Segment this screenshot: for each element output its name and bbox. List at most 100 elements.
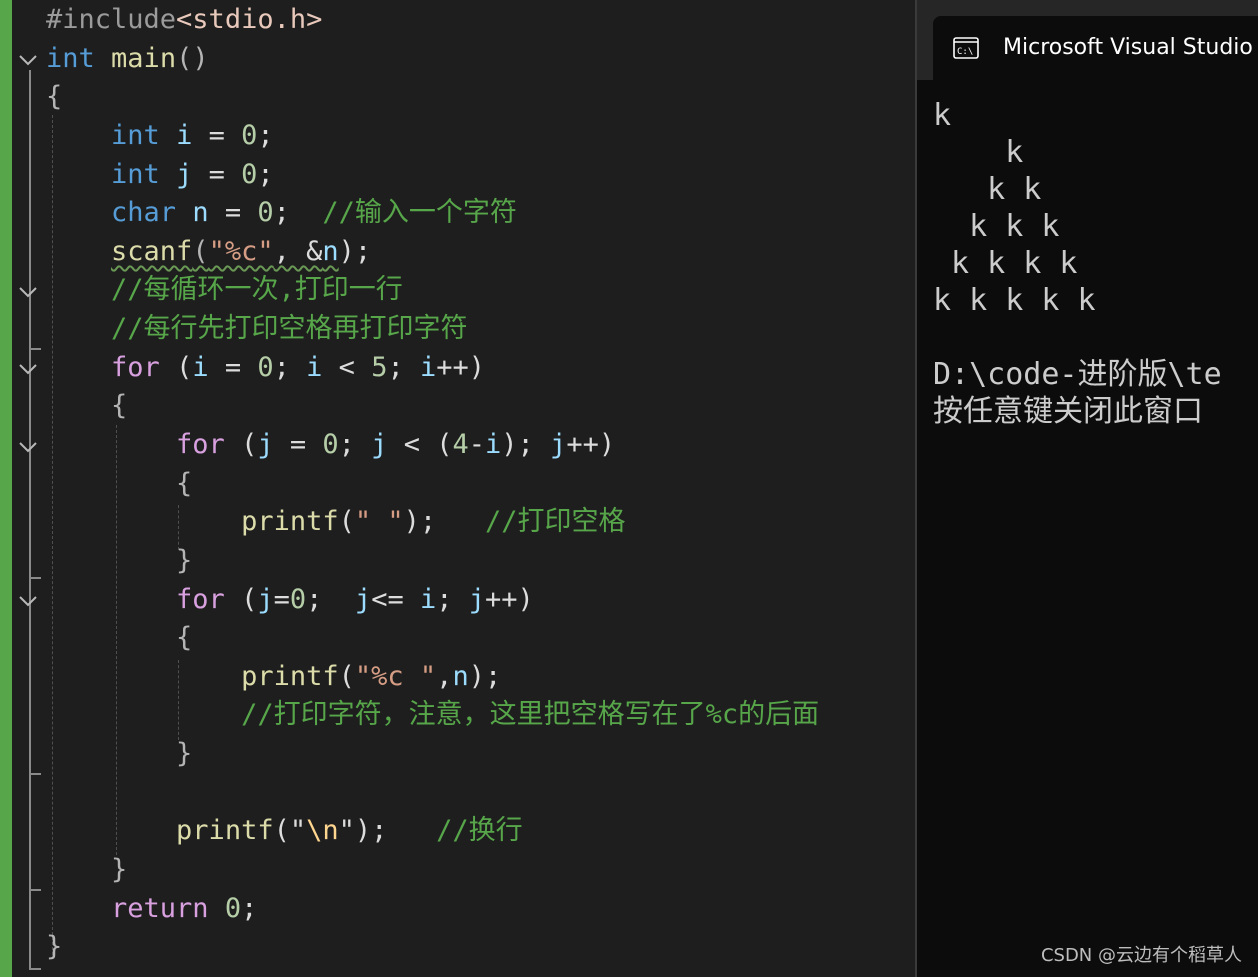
code-line[interactable]: char n = 0; //输入一个字符 bbox=[46, 195, 517, 231]
fold-chevron-icon[interactable] bbox=[17, 49, 39, 71]
code-token: ( bbox=[159, 352, 193, 383]
code-line[interactable]: for (j=0; j<= i; j++) bbox=[46, 582, 534, 618]
fold-chevron-icon[interactable] bbox=[17, 358, 39, 380]
code-line[interactable]: } bbox=[46, 852, 127, 888]
outline-end-for-outer bbox=[29, 889, 41, 891]
code-token: printf bbox=[241, 506, 339, 537]
code-token: return bbox=[111, 893, 209, 924]
code-token: ; bbox=[257, 159, 274, 190]
code-token: i bbox=[419, 352, 437, 383]
code-token: 5 bbox=[371, 352, 388, 383]
code-line[interactable]: printf(" "); //打印空格 bbox=[46, 504, 625, 540]
code-token: <stdio.h> bbox=[176, 4, 323, 35]
code-token: - bbox=[468, 429, 485, 460]
code-line[interactable]: } bbox=[46, 736, 192, 772]
code-editor[interactable]: #include<stdio.h> int main() { int i = 0… bbox=[0, 0, 915, 977]
code-token: n bbox=[452, 661, 469, 692]
console-output-line: k bbox=[933, 98, 952, 133]
code-line[interactable]: } bbox=[46, 929, 62, 965]
code-token: 0 bbox=[289, 584, 307, 615]
code-token: //换行 bbox=[436, 815, 523, 846]
code-line[interactable]: { bbox=[46, 466, 192, 502]
code-token: main bbox=[111, 43, 177, 74]
change-indicator-bar bbox=[0, 0, 12, 977]
code-line[interactable]: scanf("%c", &n); bbox=[46, 234, 371, 270]
code-token: j bbox=[354, 584, 372, 615]
code-token: //每循环一次,打印一行 bbox=[111, 274, 403, 305]
code-token: i bbox=[306, 352, 323, 383]
code-line[interactable]: #include<stdio.h> bbox=[46, 2, 322, 38]
code-token: for bbox=[176, 429, 225, 460]
fold-chevron-icon[interactable] bbox=[17, 281, 39, 303]
console-output-line: k k k bbox=[933, 209, 1060, 244]
code-token: ( bbox=[224, 429, 258, 460]
code-token: { bbox=[46, 81, 63, 112]
code-line[interactable]: int j = 0; bbox=[46, 157, 274, 193]
console-output-line: k k bbox=[933, 172, 1042, 207]
code-line[interactable]: } bbox=[46, 543, 192, 579]
code-line[interactable]: { bbox=[46, 79, 62, 115]
code-token: i bbox=[419, 584, 437, 615]
code-token: " " bbox=[354, 506, 404, 537]
code-line[interactable]: for (j = 0; j < (4-i); j++) bbox=[46, 427, 615, 463]
console-output-line: k k k k k bbox=[933, 283, 1096, 318]
code-token: ; bbox=[273, 352, 307, 383]
watermark: CSDN @云边有个稻草人 bbox=[1040, 945, 1242, 966]
code-token: } bbox=[176, 545, 193, 576]
code-token: j bbox=[371, 429, 388, 460]
code-token: ; bbox=[306, 584, 355, 615]
code-token: 0 bbox=[241, 120, 258, 151]
code-token: printf bbox=[241, 661, 339, 692]
outline-end-comments bbox=[29, 348, 41, 350]
code-line[interactable]: int main() bbox=[46, 41, 209, 77]
outline-line-for-outer bbox=[29, 383, 31, 578]
code-line[interactable]: //每循环一次,打印一行 bbox=[46, 272, 403, 308]
code-token: = bbox=[208, 197, 258, 228]
console-output-line: 按任意键关闭此窗口 bbox=[933, 394, 1203, 429]
code-token: 0 bbox=[224, 893, 242, 924]
code-line[interactable]: printf("\n"); //换行 bbox=[46, 813, 523, 849]
code-line[interactable]: //打印字符，注意，这里把空格写在了%c的后面 bbox=[46, 697, 819, 733]
code-line[interactable]: //每行先打印空格再打印字符 bbox=[46, 311, 468, 347]
fold-chevron-icon[interactable] bbox=[17, 590, 39, 612]
code-line[interactable]: for (i = 0; i < 5; i++) bbox=[46, 350, 485, 386]
console-output-line: k k k k bbox=[933, 246, 1078, 281]
fold-chevron-icon[interactable] bbox=[17, 436, 39, 458]
code-token: char bbox=[111, 197, 177, 228]
code-token: ); bbox=[468, 661, 502, 692]
code-token: ; bbox=[338, 429, 372, 460]
code-line[interactable]: return 0; bbox=[46, 891, 257, 927]
code-line[interactable]: int i = 0; bbox=[46, 118, 274, 154]
code-line[interactable]: { bbox=[46, 388, 127, 424]
code-token: ( bbox=[192, 236, 209, 267]
console-tab[interactable]: C:\ Microsoft Visual Studio bbox=[933, 16, 1258, 80]
code-token: j bbox=[550, 429, 567, 460]
outline-line-for-outer-tail bbox=[29, 775, 31, 890]
code-token: ( bbox=[338, 506, 355, 537]
code-token: = bbox=[192, 159, 242, 190]
code-line[interactable]: { bbox=[46, 620, 192, 656]
code-token: //输入一个字符 bbox=[322, 197, 517, 228]
code-token: j bbox=[468, 584, 486, 615]
code-line[interactable]: printf("%c ",n); bbox=[46, 659, 501, 695]
console-window[interactable]: C:\ Microsoft Visual Studio k k k k k k … bbox=[915, 0, 1258, 977]
code-token: < ( bbox=[387, 429, 453, 460]
code-token: = bbox=[192, 120, 242, 151]
code-token: , bbox=[436, 661, 453, 692]
